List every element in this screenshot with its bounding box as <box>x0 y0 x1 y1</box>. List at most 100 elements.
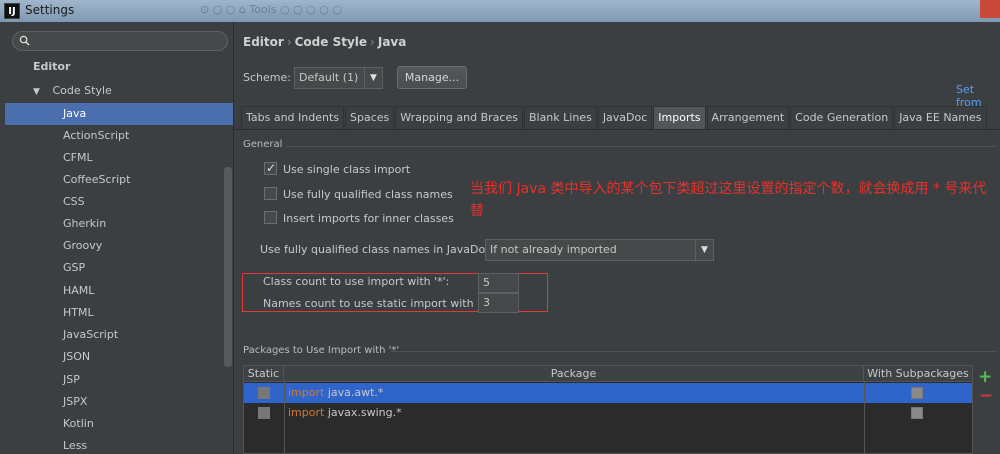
package-cell: import java.awt.* <box>288 386 383 399</box>
javadoc-select[interactable]: If not already imported ▼ <box>485 239 714 261</box>
scheme-select[interactable]: Default (1) ▼ <box>294 67 383 89</box>
sidebar-item-label: Java <box>63 107 87 120</box>
tab-spaces[interactable]: Spaces <box>345 106 395 129</box>
sidebar-item-jspx[interactable]: JSPX <box>0 391 234 413</box>
column-divider <box>284 382 285 453</box>
tab-code-generation[interactable]: Code Generation <box>790 106 894 129</box>
add-package-button[interactable]: + <box>978 367 992 387</box>
javadoc-label: Use fully qualified class names in JavaD… <box>260 243 495 256</box>
settings-sidebar: Editor ▼ Code Style Java ActionScript CF… <box>0 22 234 454</box>
single-class-import-option[interactable]: Use single class import <box>264 159 410 179</box>
sidebar-item-label: JSON <box>63 350 91 363</box>
table-row[interactable]: import javax.swing.* <box>244 403 972 423</box>
scheme-value: Default (1) <box>299 71 359 84</box>
checkbox-label: Use fully qualified class names <box>283 188 453 201</box>
sidebar-item-label: ActionScript <box>63 129 130 142</box>
class-count-label: Class count to use import with '*': <box>263 275 450 288</box>
sidebar-item-cfml[interactable]: CFML <box>0 147 234 169</box>
tab-tabs-and-indents[interactable]: Tabs and Indents <box>241 106 345 129</box>
tab-java-ee-names[interactable]: Java EE Names <box>894 106 987 129</box>
sidebar-item-kotlin[interactable]: Kotlin <box>0 413 234 435</box>
table-header: Static Package With Subpackages <box>244 366 972 382</box>
sidebar-item-label: Editor <box>33 60 71 73</box>
static-checkbox[interactable] <box>258 387 270 399</box>
intellij-logo-icon: IJ <box>4 3 20 19</box>
close-window-button[interactable] <box>980 0 1000 18</box>
names-count-input[interactable]: 3 <box>478 293 519 313</box>
inner-classes-option[interactable]: Insert imports for inner classes <box>264 210 454 228</box>
javadoc-value: If not already imported <box>490 243 617 256</box>
class-count-input[interactable]: 5 <box>478 273 519 293</box>
static-checkbox[interactable] <box>258 407 270 419</box>
tab-wrapping-and-braces[interactable]: Wrapping and Braces <box>395 106 523 129</box>
sidebar-item-label: CFML <box>63 151 93 164</box>
remove-package-button[interactable]: − <box>979 386 993 406</box>
checkbox-label: Insert imports for inner classes <box>283 212 454 225</box>
column-header-with-subpackages[interactable]: With Subpackages <box>864 366 972 382</box>
sidebar-item-label: Gherkin <box>63 217 107 230</box>
background-window-ghost: ⊙ ○ ○ ⌂ Tools ○ ○ ○ ○ ○ <box>200 3 342 16</box>
search-icon <box>19 35 30 46</box>
settings-search-input[interactable] <box>12 31 228 51</box>
column-divider <box>864 382 865 453</box>
table-row[interactable]: import java.awt.* <box>244 383 972 403</box>
sidebar-item-actionscript[interactable]: ActionScript <box>0 125 234 147</box>
breadcrumb-separator: › <box>370 35 375 49</box>
code-style-tabs: Tabs and Indents Spaces Wrapping and Bra… <box>241 106 988 129</box>
sidebar-item-label: CSS <box>63 195 85 208</box>
sidebar-item-css[interactable]: CSS <box>0 191 234 213</box>
column-header-static[interactable]: Static <box>244 366 284 382</box>
package-name: java.awt.* <box>324 386 384 399</box>
sidebar-item-html[interactable]: HTML <box>0 302 234 324</box>
inner-classes-checkbox[interactable] <box>264 211 277 224</box>
sidebar-scrollbar[interactable] <box>224 167 232 367</box>
breadcrumb-java: Java <box>377 35 407 49</box>
fully-qualified-option[interactable]: Use fully qualified class names <box>264 186 453 204</box>
sidebar-item-less[interactable]: Less <box>0 435 234 454</box>
section-divider <box>391 351 997 352</box>
scheme-label: Scheme: <box>243 71 291 84</box>
sidebar-item-groovy[interactable]: Groovy <box>0 235 234 257</box>
sidebar-item-json[interactable]: JSON <box>0 346 234 368</box>
sidebar-item-label: JSP <box>63 373 80 386</box>
sidebar-item-gsp[interactable]: GSP <box>0 257 234 279</box>
packages-table: Static Package With Subpackages import j… <box>243 365 973 454</box>
sidebar-item-javascript[interactable]: JavaScript <box>0 324 234 346</box>
import-keyword: import <box>288 386 325 399</box>
tab-javadoc[interactable]: JavaDoc <box>597 106 653 129</box>
sidebar-item-code-style[interactable]: ▼ Code Style <box>0 80 234 102</box>
tab-divider <box>234 129 1000 130</box>
breadcrumb-editor: Editor <box>243 35 284 49</box>
expand-caret-icon[interactable]: ▼ <box>33 81 43 103</box>
breadcrumb-separator: › <box>286 35 292 49</box>
window-title: Settings <box>25 3 75 17</box>
tab-blank-lines[interactable]: Blank Lines <box>523 106 597 129</box>
dropdown-arrow-icon: ▼ <box>695 240 713 260</box>
tab-arrangement[interactable]: Arrangement <box>706 106 790 129</box>
sidebar-item-label: HAML <box>63 284 95 297</box>
annotation-note: 当我们 Java 类中导入的某个包下类超过这里设置的指定个数，就会换成用 * 号… <box>470 181 987 219</box>
sidebar-item-jsp[interactable]: JSP <box>0 369 234 391</box>
with-subpackages-checkbox[interactable] <box>911 407 923 419</box>
sidebar-item-editor[interactable]: Editor <box>0 56 234 78</box>
column-header-package[interactable]: Package <box>284 366 864 382</box>
manage-button[interactable]: Manage... <box>397 66 467 89</box>
sidebar-item-label: JavaScript <box>63 328 119 341</box>
section-divider <box>287 146 997 147</box>
single-class-import-checkbox[interactable] <box>264 159 277 177</box>
fully-qualified-checkbox[interactable] <box>264 187 277 200</box>
sidebar-item-haml[interactable]: HAML <box>0 280 234 302</box>
breadcrumb: Editor › Code Style › Java <box>243 35 406 49</box>
breadcrumb-code-style: Code Style <box>294 35 368 49</box>
tab-imports[interactable]: Imports <box>653 106 706 129</box>
sidebar-item-java[interactable]: Java <box>5 103 233 125</box>
sidebar-item-gherkin[interactable]: Gherkin <box>0 213 234 235</box>
sidebar-item-coffeescript[interactable]: CoffeeScript <box>0 169 234 191</box>
settings-main-panel: Editor › Code Style › Java Scheme: Default (… <box>234 22 1000 454</box>
dropdown-arrow-icon: ▼ <box>364 68 382 88</box>
sidebar-item-label: JSPX <box>63 395 88 408</box>
sidebar-item-label: Less <box>63 439 88 452</box>
packages-section-title: Packages to Use Import with '*' <box>243 345 400 356</box>
sidebar-item-label: Groovy <box>63 239 103 252</box>
with-subpackages-checkbox[interactable] <box>911 387 923 399</box>
